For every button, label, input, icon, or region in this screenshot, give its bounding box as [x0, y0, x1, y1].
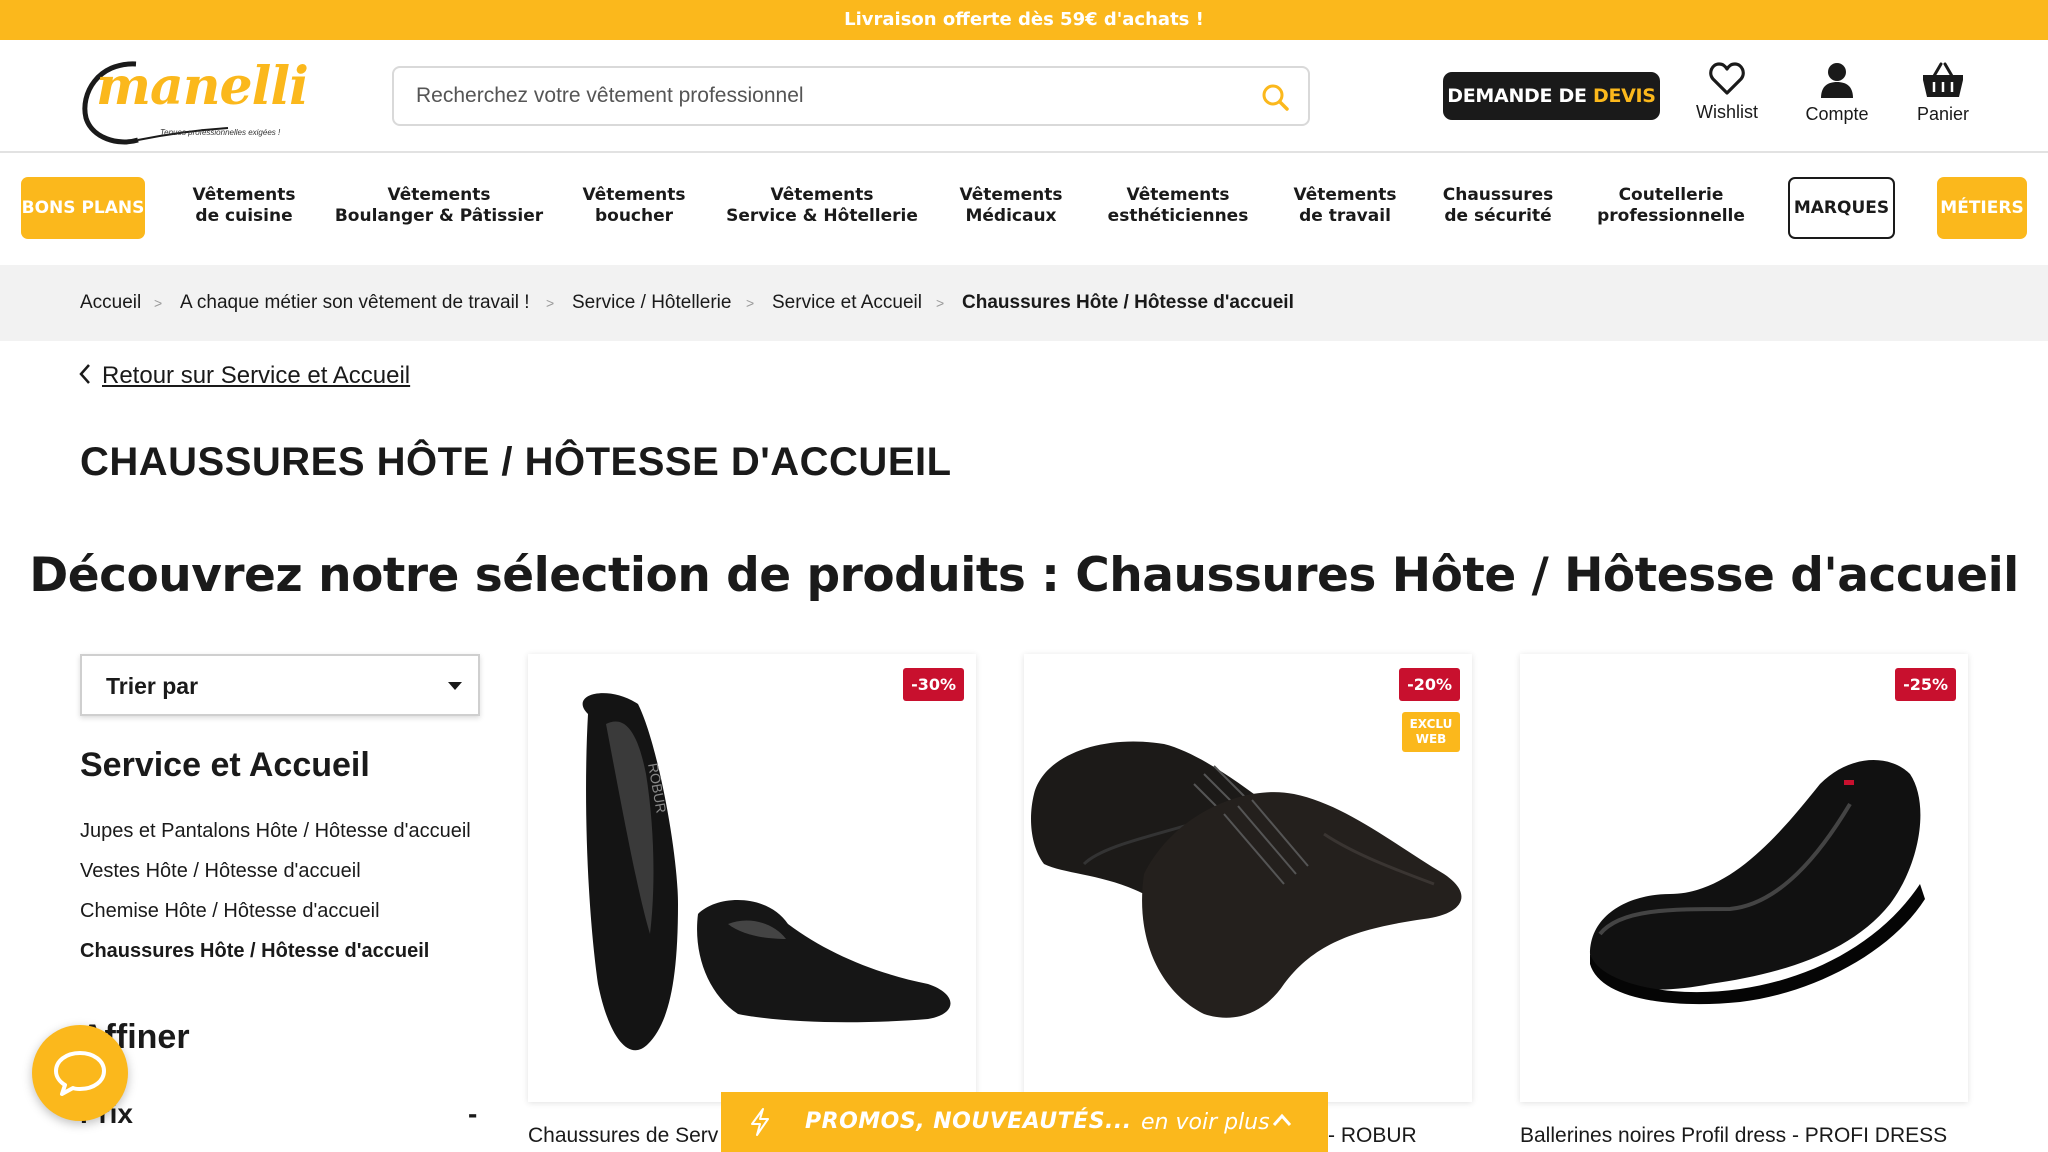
breadcrumb-item[interactable]: Accueil: [80, 265, 141, 341]
product-card[interactable]: ROBUR -30%: [528, 654, 976, 1102]
nav-item-cuisine[interactable]: Vêtements de cuisine: [192, 185, 295, 227]
product-title[interactable]: - ROBUR: [1328, 1124, 1417, 1148]
search-box: [392, 66, 1310, 126]
site-header: manelli Tenues professionnelles exigées …: [0, 40, 2048, 153]
chat-icon: [54, 1051, 106, 1096]
nav-item-service[interactable]: Vêtements Service & Hôtellerie: [726, 185, 918, 227]
nav-item-medicaux[interactable]: Vêtements Médicaux: [959, 185, 1062, 227]
category-link[interactable]: Chemise Hôte / Hôtesse d'accueil: [80, 899, 480, 923]
breadcrumb-item[interactable]: A chaque métier son vêtement de travail …: [180, 265, 530, 341]
bolt-icon: [751, 1108, 769, 1136]
main-nav: BONS PLANS Vêtements de cuisine Vêtements…: [0, 153, 2048, 265]
search-input[interactable]: [416, 68, 1236, 124]
nav-marques[interactable]: MARQUES: [1788, 177, 1895, 239]
price-filter-toggle[interactable]: -: [468, 1098, 477, 1130]
logo-tagline: Tenues professionnelles exigées !: [160, 128, 281, 137]
back-link-text[interactable]: Retour sur Service et Accueil: [102, 362, 410, 389]
search-icon[interactable]: [1260, 82, 1290, 112]
category-title: Service et Accueil: [80, 746, 370, 784]
basket-icon: [1923, 62, 1963, 97]
breadcrumb-separator: >: [546, 295, 555, 311]
promo-text: PROMOS, NOUVEAUTÉS...: [805, 1109, 1132, 1134]
logo-wordmark: manelli: [96, 56, 309, 117]
promo-more-link[interactable]: en voir plus: [1141, 1110, 1270, 1135]
promo-bar[interactable]: PROMOS, NOUVEAUTÉS... en voir plus: [721, 1092, 1328, 1152]
nav-item-boulanger[interactable]: Vêtements Boulanger & Pâtissier: [335, 185, 543, 227]
nav-metiers[interactable]: MÉTIERS: [1937, 177, 2027, 239]
discount-badge: -30%: [903, 668, 964, 701]
nav-item-chaussures-securite[interactable]: Chaussures de sécurité: [1443, 185, 1554, 227]
breadcrumb-separator: >: [154, 295, 163, 311]
category-link-active[interactable]: Chaussures Hôte / Hôtesse d'accueil: [80, 939, 480, 963]
category-link[interactable]: Jupes et Pantalons Hôte / Hôtesse d'accu…: [80, 819, 480, 843]
breadcrumb-separator: >: [746, 295, 755, 311]
account-label: Compte: [1805, 104, 1869, 124]
sort-label: Trier par: [106, 673, 199, 699]
selection-heading: Découvrez notre sélection de produits : …: [29, 548, 2019, 603]
heart-icon: [1709, 62, 1745, 95]
discount-badge: -25%: [1895, 668, 1956, 701]
product-title[interactable]: Ballerines noires Profil dress - PROFI D…: [1520, 1124, 1947, 1148]
chat-button[interactable]: [32, 1025, 128, 1121]
nav-item-travail[interactable]: Vêtements de travail: [1293, 185, 1396, 227]
breadcrumb-item[interactable]: Service et Accueil: [772, 265, 922, 341]
breadcrumb-item[interactable]: Service / Hôtellerie: [572, 265, 731, 341]
product-title[interactable]: Chaussures de Serv: [528, 1124, 718, 1148]
nav-bons-plans[interactable]: BONS PLANS: [21, 177, 145, 239]
wishlist-button[interactable]: Wishlist: [1682, 62, 1772, 123]
chevron-up-icon: [1272, 1113, 1292, 1126]
breadcrumb: Accueil > A chaque métier son vêtement d…: [0, 265, 2048, 341]
breadcrumb-separator: >: [936, 295, 945, 311]
category-link[interactable]: Vestes Hôte / Hôtesse d'accueil: [80, 859, 480, 883]
breadcrumb-current: Chaussures Hôte / Hôtesse d'accueil: [962, 292, 1294, 313]
sort-dropdown[interactable]: Trier par: [80, 654, 480, 716]
discount-badge: -20%: [1399, 668, 1460, 701]
user-icon: [1821, 63, 1853, 98]
back-link[interactable]: Retour sur Service et Accueil: [78, 362, 410, 390]
product-image: [1590, 760, 1925, 1005]
product-card[interactable]: -25%: [1520, 654, 1968, 1102]
account-button[interactable]: Compte: [1792, 62, 1882, 125]
cart-label: Panier: [1916, 104, 1970, 124]
logo[interactable]: manelli Tenues professionnelles exigées …: [78, 54, 309, 145]
nav-item-coutellerie[interactable]: Coutellerie professionnelle: [1597, 185, 1745, 227]
wishlist-label: Wishlist: [1696, 102, 1758, 122]
product-card[interactable]: -20% EXCLU WEB: [1024, 654, 1472, 1102]
category-list: Jupes et Pantalons Hôte / Hôtesse d'accu…: [80, 819, 480, 979]
caret-down-icon: [448, 682, 462, 690]
chevron-left-icon: [79, 364, 90, 384]
exclu-web-badge: EXCLU WEB: [1402, 712, 1460, 752]
product-image: ROBUR: [582, 693, 951, 1051]
quote-request-button[interactable]: DEMANDE DE DEVIS: [1443, 72, 1660, 120]
cart-button[interactable]: Panier: [1898, 62, 1988, 125]
page-title: CHAUSSURES HÔTE / HÔTESSE D'ACCUEIL: [80, 440, 952, 484]
nav-item-boucher[interactable]: Vêtements boucher: [582, 185, 685, 227]
nav-item-estheticiennes[interactable]: Vêtements esthéticiennes: [1108, 185, 1249, 227]
shipping-banner: Livraison offerte dès 59€ d'achats !: [0, 0, 2048, 40]
